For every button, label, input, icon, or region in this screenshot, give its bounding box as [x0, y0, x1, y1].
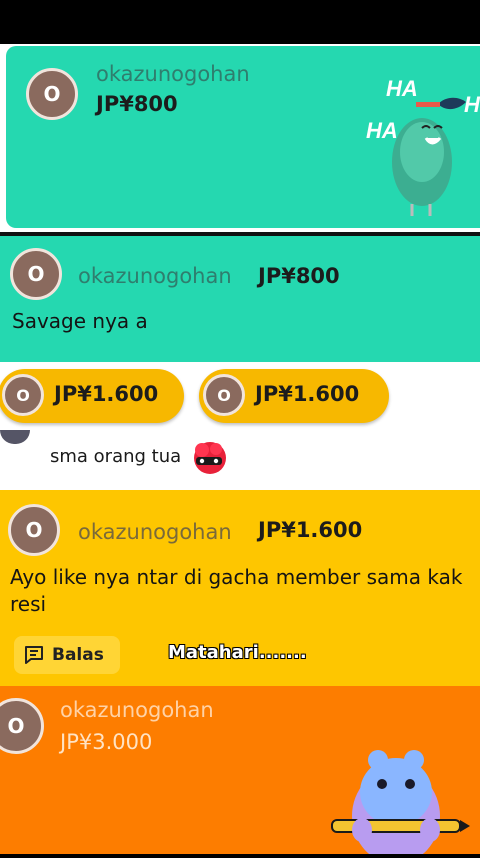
chat-message: Savage nya a	[12, 309, 148, 333]
red-emoji-icon	[190, 438, 232, 480]
gift-amount: JP¥1.600	[255, 382, 360, 406]
avatar[interactable]: O	[8, 504, 60, 556]
video-caption: Matahari.......	[168, 642, 307, 663]
amount: JP¥800	[258, 264, 340, 288]
username[interactable]: okazunogohan	[78, 520, 232, 544]
sticker-text-ha-2: HA	[366, 118, 398, 143]
laughing-pear-sticker: HA HA H	[360, 66, 480, 232]
avatar[interactable]: O	[26, 68, 78, 120]
superchat-card-1: O okazunogohan JP¥800 HA HA H	[0, 44, 480, 232]
avatar[interactable]: O	[10, 248, 62, 300]
username[interactable]: okazunogohan	[78, 264, 232, 288]
chat-line-text: sma orang tua	[50, 446, 182, 467]
amount: JP¥800	[96, 92, 178, 116]
sticker-text-ha-1: HA	[386, 76, 418, 101]
reply-button[interactable]: Balas	[14, 636, 120, 674]
reply-icon	[24, 645, 44, 669]
superchat-card-4: O okazunogohan JP¥3.000	[0, 686, 480, 858]
gift-pill[interactable]: O JP¥1.600	[199, 369, 389, 423]
gift-amount: JP¥1.600	[54, 382, 159, 406]
username[interactable]: okazunogohan	[96, 62, 250, 86]
avatar[interactable]: O	[0, 698, 44, 754]
reply-label: Balas	[52, 645, 104, 665]
avatar: O	[203, 374, 245, 416]
avatar: O	[2, 374, 44, 416]
amount: JP¥1.600	[258, 518, 363, 542]
sticker-text-h: H	[464, 92, 480, 117]
hippo-sticker	[330, 740, 470, 858]
superchat-card-3: O okazunogohan JP¥1.600 Ayo like nya nta…	[0, 490, 480, 686]
gift-pill[interactable]: O JP¥1.600	[0, 369, 184, 423]
top-black-bar	[0, 0, 480, 44]
superchat-card-2: O okazunogohan JP¥800 Savage nya a	[0, 236, 480, 362]
partial-avatar-edge	[0, 430, 30, 444]
chat-message: Ayo like nya ntar di gacha member sama k…	[10, 565, 463, 616]
amount: JP¥3.000	[60, 730, 153, 754]
username[interactable]: okazunogohan	[60, 698, 214, 722]
